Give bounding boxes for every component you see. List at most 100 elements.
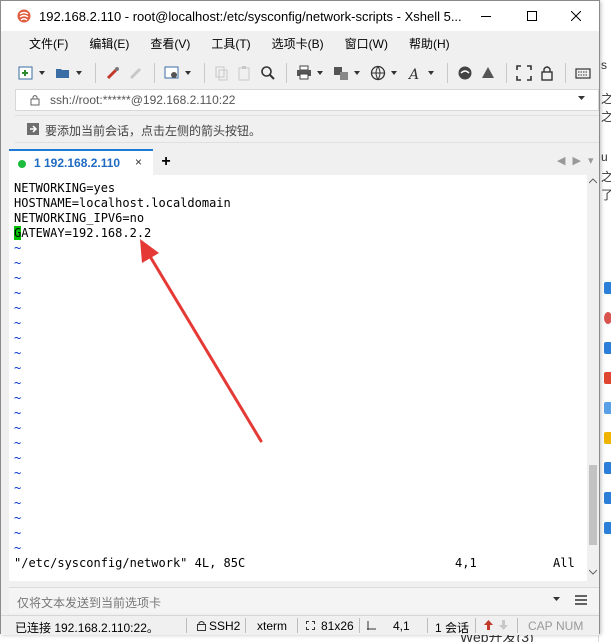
font-button[interactable]: A (404, 62, 426, 84)
toolbar-separator (506, 63, 507, 83)
minimize-icon (481, 16, 491, 17)
menu-view[interactable]: 查看(V) (136, 33, 197, 55)
vim-tilde-line: ~ (14, 466, 22, 480)
scroll-down-icon[interactable] (589, 569, 597, 575)
menu-window[interactable]: 窗口(W) (331, 33, 395, 55)
terminal-scrollbar[interactable] (587, 175, 599, 581)
lock-button[interactable] (536, 62, 558, 84)
cursor-position-label: 4,1 (393, 619, 410, 633)
menu-icon[interactable] (575, 594, 587, 606)
vim-tilde-line: ~ (14, 541, 22, 555)
disconnect-button[interactable] (125, 62, 147, 84)
terminal-area[interactable]: NETWORKING=yes HOSTNAME=localhost.locald… (9, 175, 587, 581)
arrow-down-icon[interactable] (498, 619, 509, 631)
maximize-button[interactable] (509, 1, 555, 31)
terminal-line: NETWORKING=yes (14, 181, 116, 195)
tab-scroll-left-icon[interactable]: ◀ (557, 154, 565, 167)
background-text-fragment: 之 (601, 90, 611, 107)
chevron-down-icon (185, 71, 191, 75)
font-dropdown[interactable] (427, 71, 435, 75)
menu-tabs[interactable]: 选项卡(B) (258, 33, 331, 55)
menu-file[interactable]: 文件(F) (15, 33, 75, 55)
paste-button[interactable] (234, 62, 256, 84)
script-button[interactable] (367, 62, 389, 84)
lock-icon (30, 95, 40, 106)
status-separator (359, 618, 360, 633)
menu-help[interactable]: 帮助(H) (395, 33, 457, 55)
reconnect-button[interactable] (102, 62, 124, 84)
minimize-button[interactable] (463, 1, 509, 31)
keyboard-button[interactable] (572, 62, 594, 84)
chevron-down-icon[interactable] (578, 96, 585, 101)
fullscreen-button[interactable] (513, 62, 535, 84)
vim-tilde-line: ~ (14, 436, 22, 450)
chevron-down-icon (39, 71, 45, 75)
add-session-arrow-icon[interactable] (27, 123, 41, 137)
transfer-button[interactable] (330, 62, 352, 84)
background-icon (604, 372, 611, 384)
background-text-fragment: 之 (601, 168, 611, 185)
chevron-down-icon[interactable] (553, 597, 560, 602)
properties-dropdown[interactable] (184, 71, 192, 75)
disconnect-icon (129, 67, 142, 80)
resize-icon (306, 621, 315, 630)
vim-tilde-line: ~ (14, 376, 22, 390)
vim-tilde-line: ~ (14, 391, 22, 405)
arrow-up-icon[interactable] (483, 619, 494, 631)
open-dropdown[interactable] (75, 71, 83, 75)
title-bar[interactable]: 192.168.2.110 - root@localhost:/etc/sysc… (1, 1, 599, 31)
lock-icon (197, 621, 206, 631)
tab-session[interactable]: 1 192.168.2.110 × (9, 149, 153, 175)
xmanager-button[interactable] (477, 62, 499, 84)
gateway-text: ATEWAY=192.168.2.2 (21, 226, 152, 240)
tab-list-icon[interactable]: ▾ (588, 154, 594, 167)
new-tab-button[interactable]: + (153, 149, 179, 175)
toolbar-separator (154, 63, 155, 83)
transfer-dropdown[interactable] (353, 71, 361, 75)
compose-bar[interactable]: 仅将文本发送到当前选项卡 (9, 587, 599, 613)
menu-tools[interactable]: 工具(T) (197, 33, 257, 55)
svg-text:A: A (407, 67, 419, 81)
print-icon (297, 65, 311, 80)
background-text-fragment: 了 (601, 186, 611, 203)
xftp-button[interactable] (454, 62, 476, 84)
new-session-icon (18, 66, 33, 80)
tab-bar: 1 192.168.2.110 × + ◀ ▶ ▾ (9, 147, 599, 175)
tab-close-icon[interactable]: × (135, 155, 142, 169)
vim-tilde-line: ~ (14, 271, 22, 285)
print-button[interactable] (293, 62, 315, 84)
status-separator (475, 618, 476, 633)
scrollbar-thumb[interactable] (589, 465, 597, 545)
background-icon (604, 432, 611, 444)
status-separator (186, 618, 187, 633)
scroll-up-icon[interactable] (589, 178, 597, 184)
vim-status-line: "/etc/sysconfig/network" 4L, 85C 4,1 All (14, 556, 584, 571)
address-bar[interactable]: ssh://root:******@192.168.2.110:22 (15, 89, 599, 111)
toolbar-separator (286, 63, 287, 83)
script-dropdown[interactable] (390, 71, 398, 75)
open-button[interactable] (52, 62, 74, 84)
new-session-button[interactable] (15, 62, 37, 84)
annotation-arrow-head (140, 239, 159, 263)
print-dropdown[interactable] (316, 71, 324, 75)
terminal-line: HOSTNAME=localhost.localdomain (14, 196, 231, 210)
vim-tilde-line: ~ (14, 331, 22, 345)
copy-button[interactable] (211, 62, 233, 84)
toolbar: A (15, 59, 599, 87)
xftp-icon (458, 66, 472, 80)
connected-status-icon (18, 160, 26, 168)
menu-edit[interactable]: 编辑(E) (75, 33, 136, 55)
vim-tilde-line: ~ (14, 511, 22, 525)
find-button[interactable] (257, 62, 279, 84)
font-icon: A (407, 67, 419, 81)
tab-scroll-right-icon[interactable]: ▶ (572, 154, 580, 167)
new-session-dropdown[interactable] (38, 71, 46, 75)
chevron-down-icon (76, 71, 82, 75)
properties-button[interactable] (161, 62, 183, 84)
file-transfer-icon (334, 67, 348, 80)
hint-text: 要添加当前会话，点击左侧的箭头按钮。 (45, 124, 262, 138)
session-count-label: 1 会话 (435, 621, 470, 635)
background-icon (604, 312, 611, 324)
close-window-button[interactable] (553, 1, 599, 31)
globe-icon (370, 65, 386, 81)
